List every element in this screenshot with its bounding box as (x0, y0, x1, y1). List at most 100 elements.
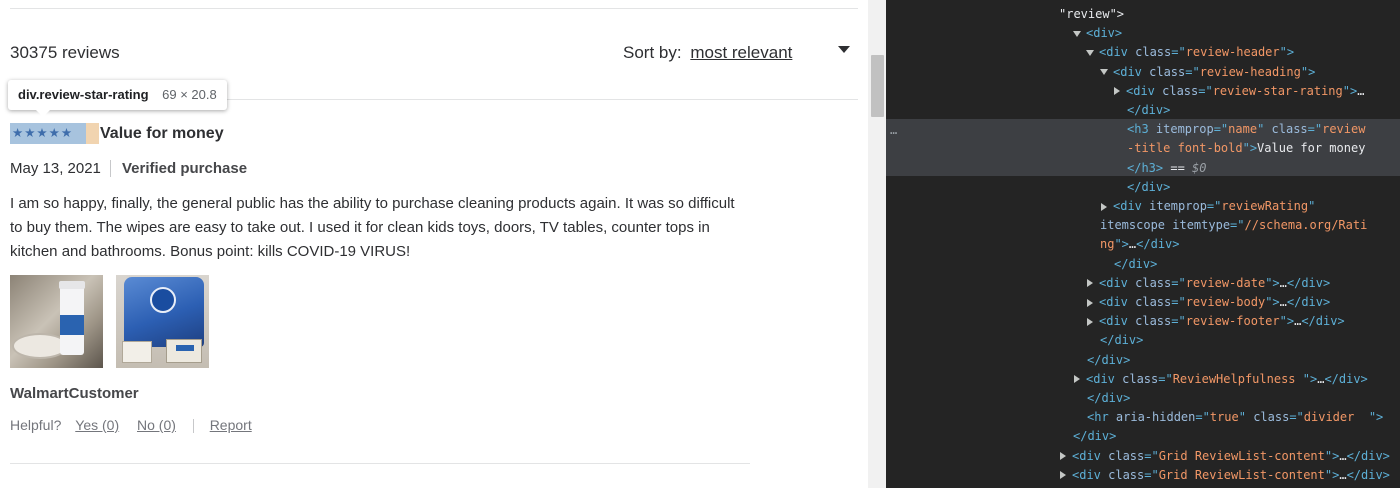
dom-token: =" (1195, 410, 1210, 425)
dom-token: class (1271, 122, 1308, 137)
dom-node-line[interactable]: itemscope itemtype="//schema.org/Rati (1100, 216, 1367, 235)
collapsed-triangle-icon[interactable] (1087, 279, 1093, 288)
dom-token: =" (1213, 122, 1229, 137)
dom-token: </div> (1286, 295, 1331, 309)
photo-detail (59, 281, 85, 289)
collapsed-triangle-icon[interactable] (1074, 375, 1080, 384)
dom-token: review-date (1185, 275, 1266, 290)
dom-node-line[interactable]: </div> (1127, 101, 1170, 120)
review-photo-wipes-bag[interactable] (116, 275, 209, 368)
devtools-elements-panel[interactable]: … "review"> <div> <div class="review-heade… (886, 0, 1400, 488)
dom-node-line[interactable]: ng">…</div> (1100, 235, 1180, 254)
dom-node-line[interactable]: -title font-bold">Value for money (1127, 139, 1365, 158)
collapsed-triangle-icon[interactable] (1114, 87, 1120, 96)
dom-token: review-star-rating (1212, 83, 1343, 98)
dom-token: name (1228, 122, 1258, 137)
dom-node-line[interactable]: <div class="review-header"> (1086, 43, 1294, 62)
review-body: I am so happy, finally, the general publ… (10, 195, 735, 260)
dom-token: //schema.org/Rati (1244, 218, 1368, 233)
dom-token: itemprop (1155, 122, 1214, 137)
dom-token: " (1308, 199, 1316, 213)
dom-token: review-body (1185, 295, 1266, 309)
dom-token: <div (1099, 314, 1136, 329)
dom-node-line[interactable]: <h3 itemprop="name" class="review (1127, 120, 1365, 139)
node-actions-ellipsis[interactable]: … (890, 121, 897, 140)
dom-node-line[interactable]: <div class="review-date">…</div> (1086, 274, 1330, 293)
collapsed-triangle-icon[interactable] (1101, 202, 1107, 211)
photo-detail (60, 315, 84, 335)
dom-node-line[interactable]: </div> (1100, 331, 1143, 350)
dom-token: </div> (1286, 275, 1331, 290)
dom-token: review-footer (1185, 314, 1280, 329)
sort-label: Sort by: (623, 43, 682, 62)
dom-token: "> (1114, 237, 1129, 252)
helpful-label: Helpful? (10, 417, 62, 433)
helpful-yes-button[interactable]: Yes (0) (75, 417, 119, 433)
dom-token: reviewRating (1221, 199, 1309, 213)
dom-node-line[interactable]: <div itemprop="reviewRating" (1100, 197, 1315, 216)
dom-node-line[interactable]: <div class="Grid ReviewList-content">…</… (1059, 466, 1390, 485)
dom-token: =" (1171, 45, 1186, 60)
expand-triangle-icon[interactable] (1073, 30, 1081, 37)
dom-node-line[interactable]: <div class="review-star-rating">… (1113, 82, 1364, 101)
dom-token: "> (1300, 64, 1316, 79)
dom-token: class (1135, 45, 1172, 60)
dom-token: "> (1279, 45, 1295, 60)
sort-dropdown[interactable]: Sort by: most relevant (623, 43, 792, 63)
sort-value[interactable]: most relevant (690, 43, 792, 62)
dom-node-line[interactable]: <div class="Grid ReviewList-content">…</… (1059, 447, 1390, 466)
dom-token: class (1162, 83, 1199, 98)
dom-node-line[interactable]: <div> (1073, 24, 1122, 43)
dom-node-line[interactable]: <div class="review-body">…</div> (1086, 293, 1330, 312)
dom-token: … (1339, 467, 1347, 482)
dom-node-line[interactable]: <hr aria-hidden="true" class="divider "> (1087, 408, 1383, 427)
tooltip-selector: div.review-star-rating (18, 87, 149, 102)
collapsed-triangle-icon[interactable] (1060, 471, 1066, 480)
dom-node-line[interactable]: <div class="review-heading"> (1100, 63, 1315, 82)
dom-token: class (1149, 64, 1186, 79)
dom-token: $0 (1192, 160, 1207, 175)
dom-token: class (1253, 410, 1290, 425)
collapsed-triangle-icon[interactable] (1087, 317, 1093, 326)
dom-token: "> (1302, 371, 1318, 386)
dom-token: <div (1072, 448, 1109, 463)
verified-purchase-badge: Verified purchase (122, 160, 248, 177)
dom-token: =" (1289, 410, 1304, 425)
dom-node-line[interactable]: "review"> (1059, 5, 1124, 24)
dom-token: </div> (1087, 352, 1131, 367)
dom-token: <hr (1087, 410, 1116, 425)
collapsed-triangle-icon[interactable] (1087, 298, 1093, 307)
helpful-no-button[interactable]: No (0) (137, 417, 176, 433)
review-title: Value for money (100, 125, 224, 142)
dom-token: aria-hidden (1115, 410, 1196, 425)
dom-token: =" (1171, 295, 1186, 309)
dom-node-line[interactable]: </div> (1127, 178, 1170, 197)
dom-node-line[interactable]: </div> (1114, 255, 1157, 274)
dom-node-line[interactable]: </div> (1087, 351, 1130, 370)
divider (192, 419, 194, 434)
expand-triangle-icon[interactable] (1100, 69, 1108, 76)
chevron-down-icon[interactable] (838, 46, 850, 53)
report-link[interactable]: Report (210, 417, 252, 433)
dom-node-line[interactable]: <div class="review-footer">…</div> (1086, 312, 1345, 331)
dom-token: <div> (1086, 26, 1123, 41)
dom-token: </div> (1127, 179, 1171, 194)
dom-node-line[interactable]: </div> (1073, 427, 1116, 446)
scrollbar-thumb[interactable] (871, 55, 884, 117)
tooltip-arrow (36, 110, 50, 117)
dom-node-line[interactable]: <div class="ReviewHelpfulness ">…</div> (1073, 370, 1368, 389)
photo-detail (166, 339, 202, 363)
dom-node-line[interactable]: </h3> == $0 (1127, 159, 1206, 178)
dom-token: =" (1185, 64, 1200, 79)
dom-token: <h3 (1127, 122, 1156, 137)
dom-token: =" (1230, 218, 1245, 233)
dom-token: class (1108, 467, 1145, 482)
collapsed-triangle-icon[interactable] (1060, 452, 1066, 461)
dom-token: … (1339, 448, 1347, 463)
expand-triangle-icon[interactable] (1086, 49, 1094, 56)
dom-token: review (1322, 122, 1366, 137)
dom-token: … (1279, 275, 1287, 290)
tooltip-size: 69 × 20.8 (162, 87, 217, 102)
review-photo-wipes-canister[interactable] (10, 275, 103, 368)
dom-node-line[interactable]: </div> (1087, 389, 1130, 408)
